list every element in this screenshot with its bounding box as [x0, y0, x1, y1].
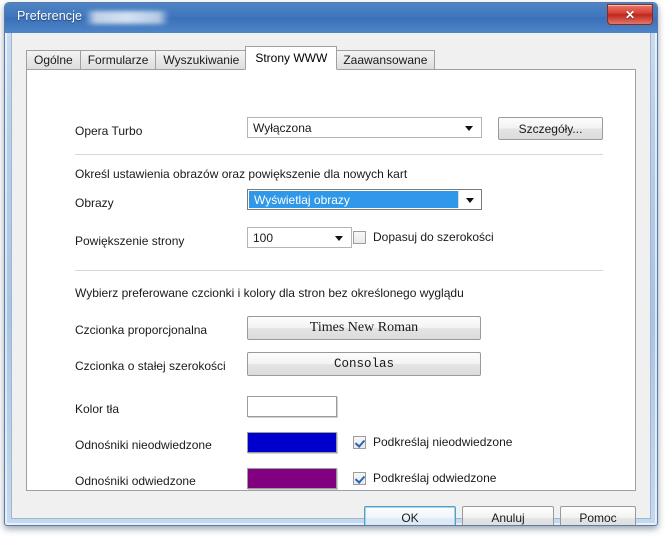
title-bar[interactable]: Preferencje ✕ — [5, 3, 657, 33]
proportional-font-button[interactable]: Times New Roman — [247, 316, 481, 340]
tab-ogolne[interactable]: Ogólne — [26, 50, 81, 70]
tab-label: Ogólne — [34, 53, 73, 67]
monospace-font-label: Czcionka o stałej szerokości — [75, 359, 226, 373]
fonts-section-heading: Wybierz preferowane czcionki i kolory dl… — [75, 286, 464, 300]
fit-to-width-checkbox[interactable]: Dopasuj do szerokości — [353, 230, 494, 244]
opera-turbo-select[interactable]: Wyłączona — [247, 117, 482, 138]
background-color-swatch[interactable] — [247, 396, 337, 417]
tab-label: Zaawansowane — [343, 53, 428, 67]
images-value: Wyświetlaj obrazy — [254, 192, 350, 207]
underline-unvisited-label: Podkreślaj nieodwiedzone — [373, 435, 513, 449]
images-select[interactable]: Wyświetlaj obrazy — [247, 189, 482, 210]
fit-to-width-label: Dopasuj do szerokości — [373, 230, 494, 244]
page-zoom-label: Powiększenie strony — [75, 234, 185, 248]
desktop-backdrop: Preferencje ✕ Ogólne Formularze Wyszukiw… — [0, 0, 668, 539]
tab-label: Formularze — [87, 53, 149, 67]
close-icon: ✕ — [624, 7, 636, 22]
tab-formularze[interactable]: Formularze — [79, 50, 157, 70]
visited-link-color-swatch[interactable] — [247, 468, 337, 489]
opera-turbo-details-button[interactable]: Szczegóły... — [498, 117, 603, 140]
underline-visited-label: Podkreślaj odwiedzone — [373, 471, 497, 485]
tab-label: Strony WWW — [255, 51, 328, 65]
underline-visited-checkbox[interactable]: Podkreślaj odwiedzone — [353, 471, 496, 485]
ok-button[interactable]: OK — [364, 506, 456, 525]
checkbox-box — [353, 230, 366, 244]
cancel-button[interactable]: Anuluj — [462, 506, 554, 525]
page-zoom-select[interactable]: 100 — [247, 227, 352, 248]
checkbox-box-checked — [353, 435, 366, 449]
tab-wyszukiwanie[interactable]: Wyszukiwanie — [155, 50, 248, 70]
preferences-dialog-window: Preferencje ✕ Ogólne Formularze Wyszukiw… — [4, 2, 658, 526]
tab-panel-strony-www: Opera Turbo Wyłączona Szczegóły... Okreś… — [26, 69, 636, 491]
separator-1 — [75, 154, 603, 155]
visited-link-color-label: Odnośniki odwiedzone — [75, 474, 196, 488]
tab-strony-www[interactable]: Strony WWW — [245, 46, 338, 70]
images-label: Obrazy — [75, 196, 114, 210]
separator-2 — [75, 270, 603, 271]
monospace-font-button[interactable]: Consolas — [247, 352, 481, 376]
images-section-heading: Określ ustawienia obrazów oraz powiększe… — [75, 167, 408, 181]
close-window-button[interactable]: ✕ — [607, 4, 653, 25]
help-button[interactable]: Pomoc — [560, 506, 636, 525]
opera-turbo-value: Wyłączona — [253, 120, 312, 135]
proportional-font-label: Czcionka proporcjonalna — [75, 323, 208, 337]
chevron-down-icon — [335, 235, 343, 241]
checkbox-box-checked — [353, 471, 366, 485]
window-title: Preferencje — [17, 9, 83, 23]
unvisited-link-color-label: Odnośniki nieodwiedzone — [75, 438, 212, 452]
tab-zaawansowane[interactable]: Zaawansowane — [335, 50, 436, 70]
chevron-down-icon — [465, 125, 473, 131]
tab-label: Wyszukiwanie — [163, 53, 240, 67]
opera-turbo-label: Opera Turbo — [75, 124, 143, 138]
unvisited-link-color-swatch[interactable] — [247, 432, 337, 453]
chevron-down-icon — [466, 197, 474, 203]
tab-strip: Ogólne Formularze Wyszukiwanie Strony WW… — [26, 46, 436, 70]
page-zoom-value: 100 — [253, 230, 274, 245]
dialog-client-area: Ogólne Formularze Wyszukiwanie Strony WW… — [11, 33, 651, 525]
redacted-title-suffix — [85, 11, 169, 24]
background-color-label: Kolor tła — [75, 402, 120, 416]
underline-unvisited-checkbox[interactable]: Podkreślaj nieodwiedzone — [353, 435, 512, 449]
